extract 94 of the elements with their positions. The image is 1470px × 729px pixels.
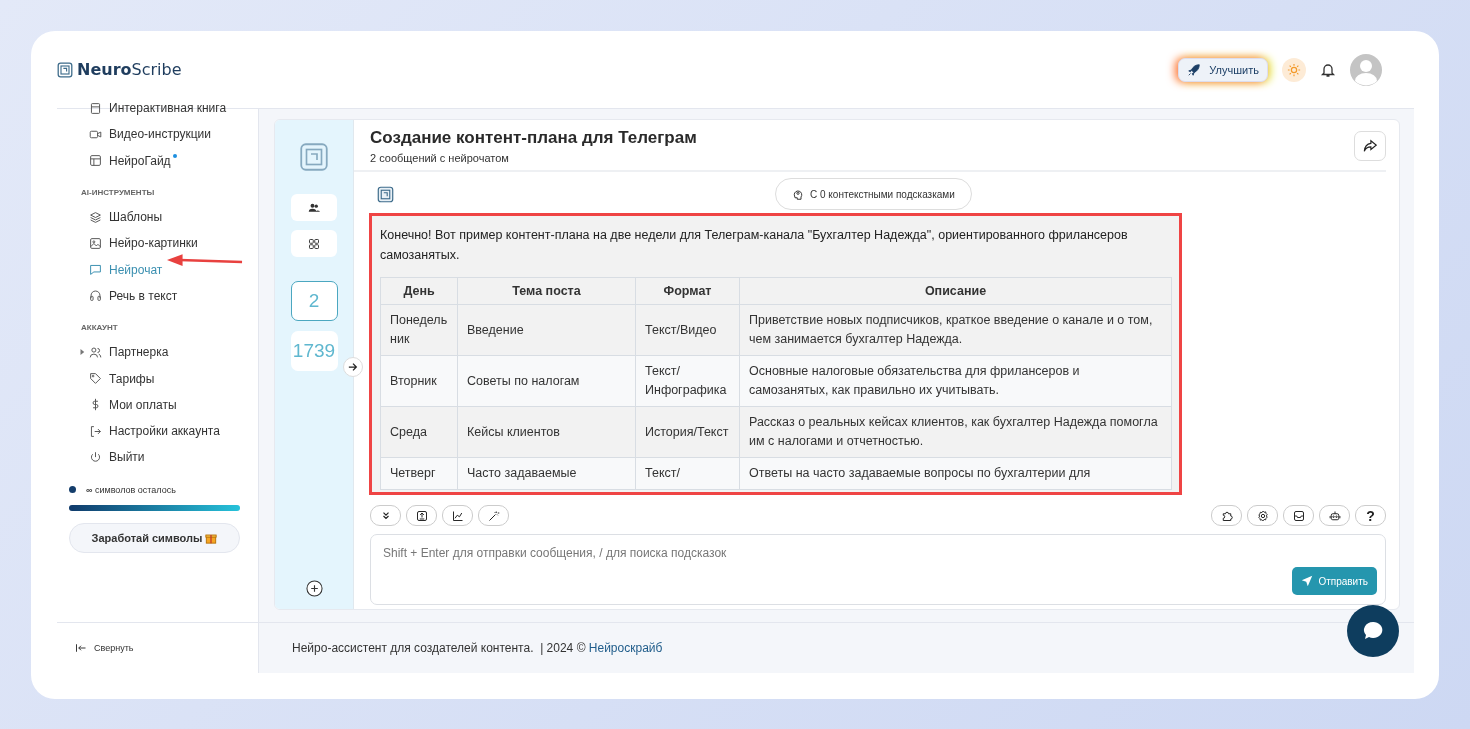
column-header: Описание (739, 277, 1172, 305)
table-cell: Часто задаваемые (457, 457, 636, 490)
arrow-right-icon (348, 362, 358, 372)
grid-button[interactable] (291, 230, 337, 257)
scroll-down-button[interactable] (370, 505, 401, 526)
table-cell: История/Текст (635, 406, 740, 458)
nav-item[interactable]: Речь в текст (69, 282, 240, 310)
robot-button[interactable] (1319, 505, 1350, 526)
table-cell: Советы по налогам (457, 355, 636, 407)
column-header: Формат (635, 277, 740, 305)
settings-icon (1256, 509, 1269, 522)
column-header: Тема поста (457, 277, 636, 305)
table-cell: Текст/Видео (635, 304, 740, 356)
table-cell: Кейсы клиентов (457, 406, 636, 458)
image-icon (89, 236, 102, 250)
status-dot (69, 486, 76, 494)
wand-icon (487, 509, 500, 522)
table-cell: Вторник (380, 355, 458, 407)
symbols-left: ∞ символов осталось (86, 484, 176, 495)
table-cell: Понедельник (380, 304, 458, 356)
counter: 1739 (290, 331, 338, 371)
nav-item[interactable]: Интерактивная книга (69, 95, 240, 122)
layers-icon (89, 210, 102, 224)
theme-toggle[interactable] (1282, 57, 1306, 82)
guide-icon (89, 154, 102, 168)
logo-icon (299, 142, 329, 172)
table-cell: Среда (380, 406, 458, 458)
collapse-icon (75, 642, 87, 654)
chart-icon (451, 509, 464, 522)
table-cell: Текст/Инфографика (635, 355, 740, 407)
plugin-button[interactable] (1211, 505, 1242, 526)
users-icon (89, 345, 102, 359)
share-button[interactable] (1354, 131, 1386, 161)
power-icon (89, 450, 102, 464)
earn-button[interactable]: Заработай символы (69, 522, 240, 553)
chat-icon (89, 263, 102, 277)
nav-item[interactable]: Выйти (69, 444, 240, 471)
section-title: AI-ИНСТРУМЕНТЫ (80, 186, 156, 199)
nav-item[interactable]: НейроГайд (69, 147, 240, 174)
section-title: АККАУНТ (80, 322, 119, 335)
upload-button[interactable] (406, 505, 437, 526)
nav-item[interactable]: Видео-инструкции (69, 121, 240, 148)
expand-button[interactable] (343, 357, 363, 377)
nav-item[interactable]: Тарифы (69, 365, 240, 392)
share-icon (1363, 139, 1377, 153)
inbox-button[interactable] (1283, 505, 1314, 526)
bot-avatar-icon (377, 185, 394, 203)
rocket-icon (1187, 62, 1202, 77)
settings-button[interactable] (1247, 505, 1278, 526)
nav-item[interactable]: Партнерка (69, 339, 240, 366)
users-button[interactable] (291, 194, 337, 221)
footer-link[interactable]: Нейроскрайб (588, 641, 663, 655)
column-header: День (380, 277, 458, 305)
nav-item[interactable]: Нейро-картинки (69, 230, 240, 257)
puzzle-icon (1220, 509, 1233, 522)
gift-icon (205, 531, 218, 544)
message-text: Конечно! Вот пример контент-плана на две недели для Телеграм-канала "Бухгалтер Надежда", ориентированного фрилансеров самозанятых. (380, 227, 1129, 264)
table-cell: Четверг (380, 457, 458, 490)
chart-button[interactable] (442, 505, 473, 526)
brand-name: NeuroScribe (77, 60, 182, 79)
book-icon (89, 101, 102, 115)
table-cell: Основные налоговые обязательства для фрилансеров и самозанятых, как правильно их учитывать. (739, 355, 1172, 407)
nav-item[interactable]: Нейрочат (69, 256, 240, 283)
footer-text: Нейро-ассистент для создателей контента. | 2024 © (292, 641, 587, 655)
logout-icon (89, 424, 102, 438)
table-cell: Введение (457, 304, 636, 356)
logo-icon (57, 61, 73, 78)
send-icon (1301, 575, 1314, 587)
upload-icon (415, 509, 428, 522)
collapse-button[interactable]: Свернуть (75, 642, 134, 654)
users-icon (308, 201, 320, 214)
tag-icon (89, 372, 102, 385)
sun-icon (1287, 62, 1301, 77)
help-button[interactable]: ? (1355, 505, 1386, 526)
headphones-icon (89, 289, 102, 303)
context-hints-button[interactable]: С 0 контекстными подсказками (775, 178, 972, 210)
grid-icon (308, 237, 320, 250)
robot-icon (1328, 509, 1341, 522)
chevrons-down-icon (380, 510, 391, 521)
inbox-icon (1292, 509, 1305, 522)
brain-icon (792, 188, 804, 200)
nav-item[interactable]: Шаблоны (69, 203, 240, 231)
table-cell: Ответы на часто задаваемые вопросы по бухгалтерии для (739, 457, 1172, 490)
upgrade-button[interactable]: Улучшить (1178, 57, 1268, 82)
table-cell: Рассказ о реальных кейсах клиентов, как бухгалтер Надежда помогла им с налогами и отчетностью. (739, 406, 1172, 458)
table-cell: Текст/ (635, 457, 740, 490)
table-cell: Приветствие новых подписчиков, краткое введение о канале и о том, чем занимается бухгалтер Надежда. (739, 304, 1172, 356)
nav-item[interactable]: Настройки аккаунта (69, 417, 240, 445)
bell-icon[interactable] (1320, 61, 1336, 78)
nav-item[interactable]: Мои оплаты (69, 391, 240, 418)
counter: 2 (290, 281, 338, 321)
add-icon[interactable] (305, 580, 323, 597)
chat-subtitle: 2 сообщений с нейрочатом (370, 152, 510, 164)
chat-title: Создание контент-плана для Телеграм (370, 128, 697, 148)
